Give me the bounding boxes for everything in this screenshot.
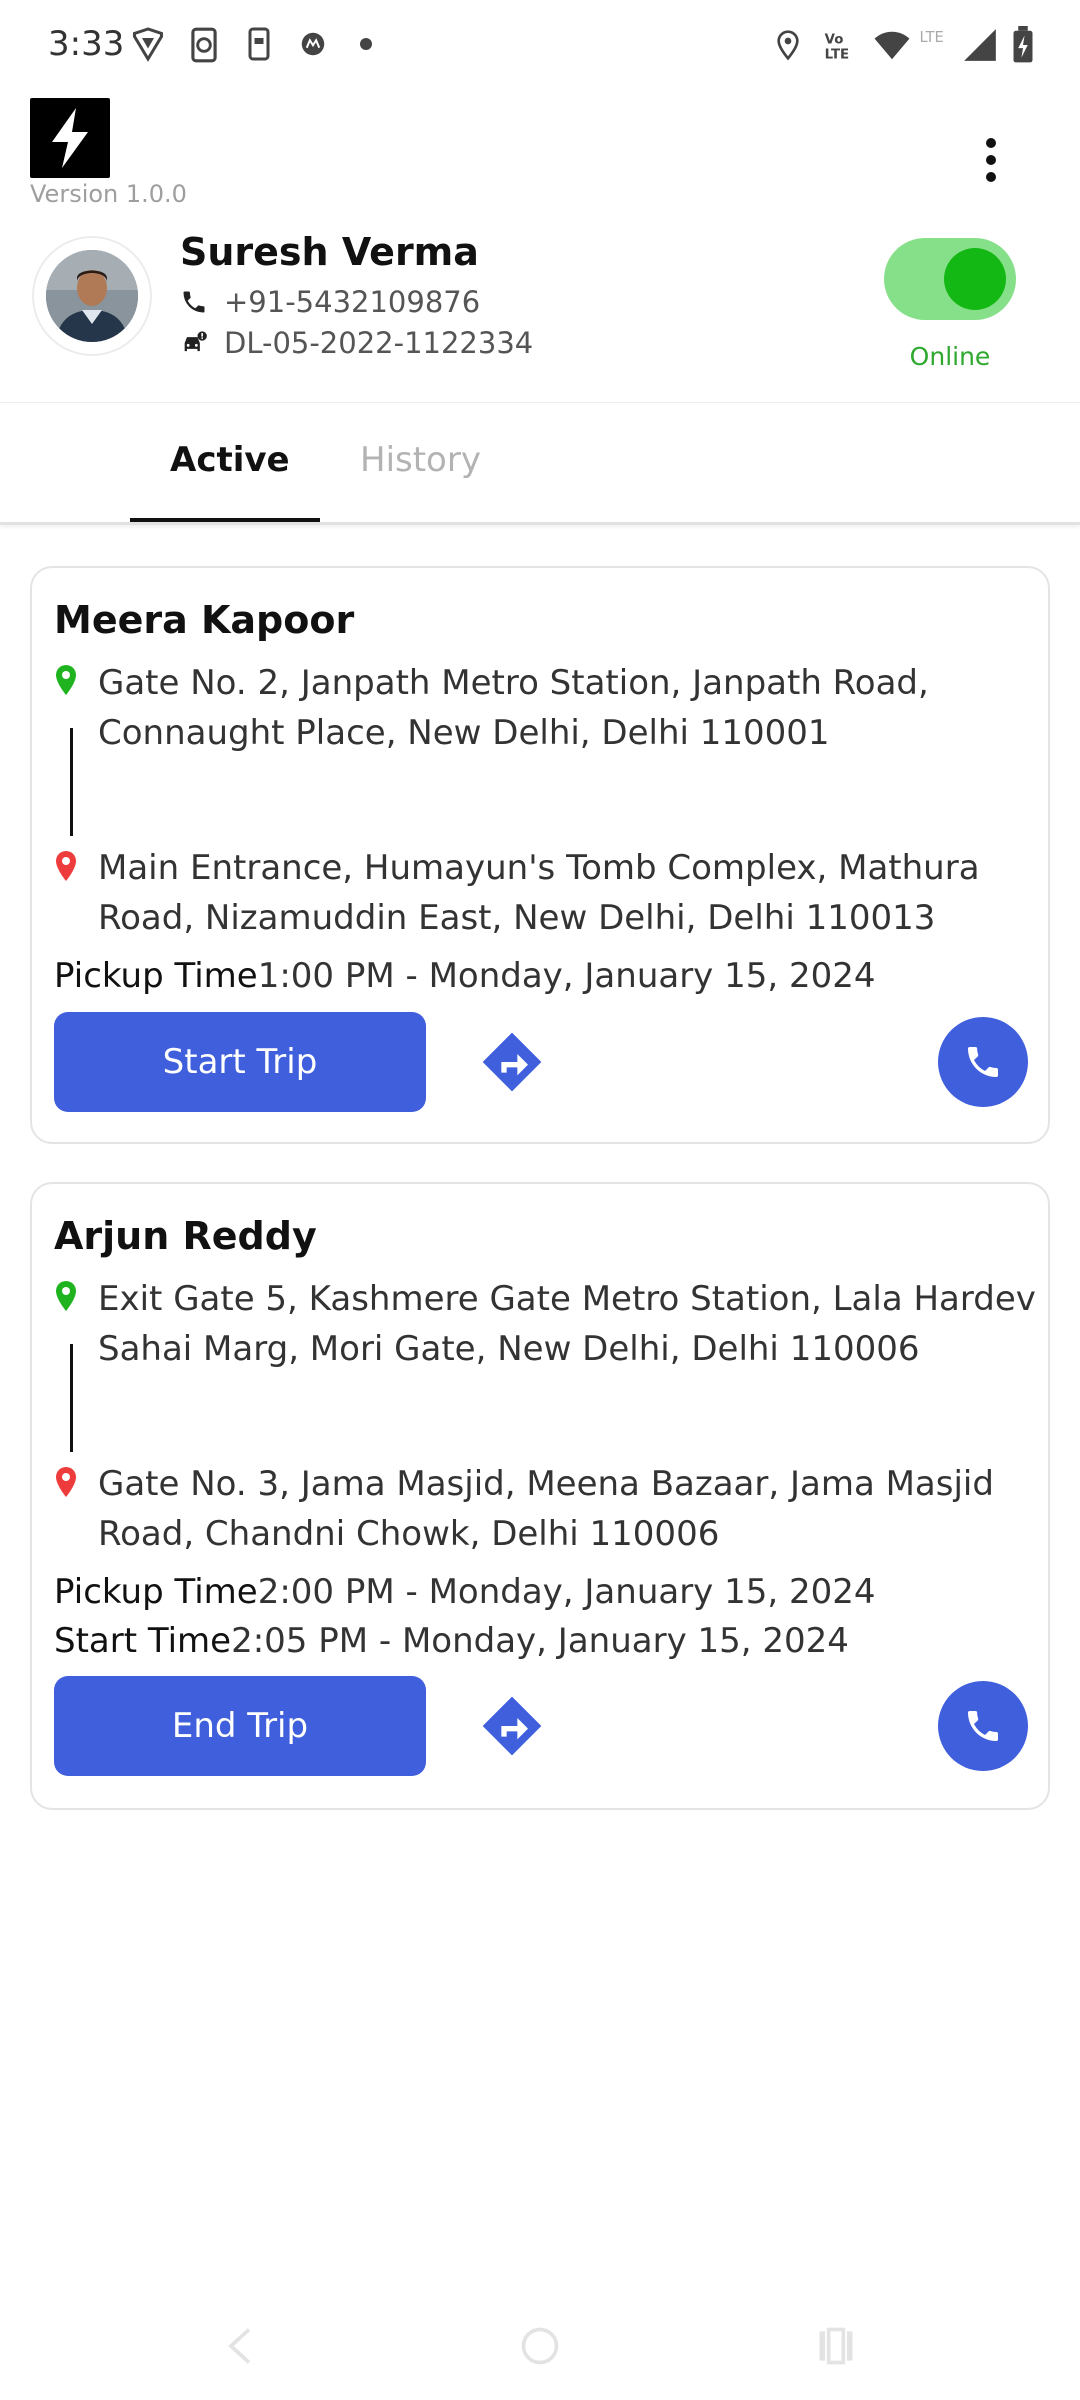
driver-name: Suresh Verma — [180, 230, 479, 274]
pickup-pin-icon — [56, 665, 76, 695]
route-line — [70, 1344, 73, 1452]
status-bar: 3:33 Vo LTE LTE — [0, 0, 1080, 95]
driver-phone-row: +91-5432109876 — [180, 285, 480, 319]
battery-icon — [1013, 26, 1033, 63]
pickup-time-label: Pickup Time — [54, 956, 258, 996]
signal-icon — [964, 29, 996, 61]
pickup-time-label: Pickup Time — [54, 1572, 258, 1612]
trip-card: Arjun Reddy Exit Gate 5, Kashmere Gate M… — [30, 1182, 1050, 1810]
home-icon[interactable] — [518, 2324, 562, 2368]
call-button[interactable] — [938, 1681, 1028, 1771]
toggle-knob — [944, 248, 1006, 310]
pickup-time-value: 2:00 PM - Monday, January 15, 2024 — [257, 1572, 876, 1612]
svg-text:LTE: LTE — [919, 29, 943, 46]
svg-text:LTE: LTE — [825, 47, 849, 62]
pickup-address: Exit Gate 5, Kashmere Gate Metro Station… — [98, 1279, 1036, 1369]
back-icon[interactable] — [222, 2324, 258, 2368]
driver-license-row: DL-05-2022-1122334 — [180, 326, 533, 360]
divider — [0, 402, 1080, 403]
trip-card: Meera Kapoor Gate No. 2, Janpath Metro S… — [30, 566, 1050, 1144]
sim-icon — [248, 27, 270, 61]
dropoff-pin-icon — [56, 1467, 76, 1497]
location-icon — [777, 30, 799, 61]
more-options-icon[interactable] — [976, 130, 1006, 190]
directions-icon[interactable] — [480, 1694, 544, 1758]
dot-icon — [360, 38, 372, 50]
wifi-icon — [874, 31, 910, 60]
pickup-time-row: Pickup Time2:00 PM - Monday, January 15,… — [54, 1572, 876, 1612]
lightning-bolt-icon — [52, 108, 88, 168]
avatar[interactable] — [32, 236, 152, 356]
lte-icon: LTE — [919, 29, 943, 46]
status-time: 3:33 — [48, 24, 125, 64]
dropoff-pin-icon — [56, 851, 76, 881]
car-id-icon — [184, 331, 207, 352]
pickup-time-value: 1:00 PM - Monday, January 15, 2024 — [257, 956, 876, 996]
passenger-name: Meera Kapoor — [54, 598, 355, 642]
app-version: Version 1.0.0 — [30, 180, 187, 208]
pickup-address: Gate No. 2, Janpath Metro Station, Janpa… — [98, 663, 929, 753]
driver-photo — [46, 250, 138, 342]
tab-active[interactable]: Active — [170, 440, 290, 480]
driver-phone: +91-5432109876 — [224, 285, 481, 319]
dropoff-address: Gate No. 3, Jama Masjid, Meena Bazaar, J… — [98, 1464, 994, 1554]
online-status-label: Online — [909, 342, 991, 371]
phone-icon — [968, 1711, 998, 1741]
sync-icon — [191, 27, 217, 63]
start-trip-button[interactable]: Start Trip — [54, 1012, 426, 1112]
phone-icon — [183, 291, 205, 313]
start-time-label: Start Time — [54, 1621, 232, 1661]
tabs-divider — [0, 522, 1080, 525]
end-trip-button[interactable]: End Trip — [54, 1676, 426, 1776]
motorola-icon — [301, 32, 325, 56]
tab-history[interactable]: History — [360, 440, 481, 480]
recent-apps-icon[interactable] — [814, 2324, 858, 2368]
start-time-value: 2:05 PM - Monday, January 15, 2024 — [231, 1621, 849, 1661]
start-time-row: Start Time2:05 PM - Monday, January 15, … — [54, 1621, 849, 1661]
passenger-name: Arjun Reddy — [54, 1214, 317, 1258]
pickup-pin-icon — [56, 1281, 76, 1311]
dropoff-address: Main Entrance, Humayun's Tomb Complex, M… — [98, 848, 980, 938]
app-logo — [30, 98, 110, 178]
call-button[interactable] — [938, 1017, 1028, 1107]
online-toggle[interactable] — [884, 238, 1016, 320]
phone-icon — [968, 1047, 998, 1077]
navigation-bar — [0, 2300, 1080, 2400]
pickup-time-row: Pickup Time1:00 PM - Monday, January 15,… — [54, 956, 876, 996]
volte-icon: Vo LTE — [825, 33, 849, 63]
directions-icon[interactable] — [480, 1030, 544, 1094]
svg-text:Vo: Vo — [825, 33, 844, 48]
route-line — [70, 728, 73, 836]
driver-license: DL-05-2022-1122334 — [224, 326, 534, 360]
vpn-icon — [133, 27, 163, 62]
